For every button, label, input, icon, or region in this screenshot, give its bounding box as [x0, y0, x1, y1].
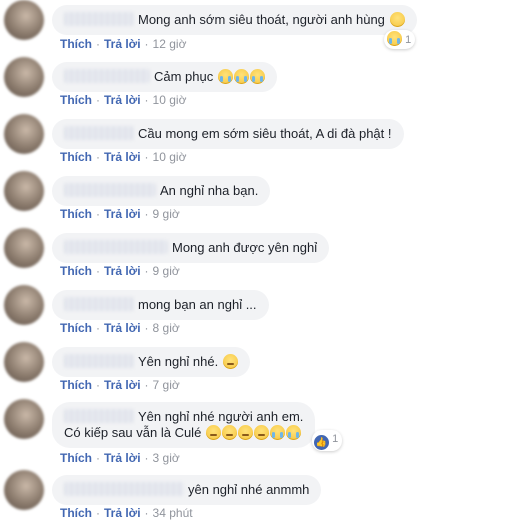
- like-link[interactable]: Thích: [60, 207, 92, 221]
- reaction-count: 1: [332, 433, 339, 445]
- comment-bubble: Cầu mong em sớm siêu thoát, A di đà phật…: [52, 119, 404, 149]
- commenter-name[interactable]: [64, 354, 134, 368]
- comment-bubble: Cảm phục: [52, 62, 277, 92]
- comment-actions: Thích · Trả lời · 10 giờ: [60, 150, 187, 164]
- avatar[interactable]: [4, 171, 44, 211]
- comment-bubble: An nghỉ nha bạn.: [52, 176, 271, 206]
- comment-actions: Thích · Trả lời · 7 giờ: [60, 378, 180, 392]
- comment-time[interactable]: 3 giờ: [153, 451, 180, 465]
- relieved-emoji-icon: [253, 425, 269, 440]
- comment-text: yên nghỉ nhé anmmh: [188, 482, 310, 497]
- comment-actions: Thích · Trả lời · 12 giờ: [60, 37, 187, 51]
- avatar[interactable]: [4, 470, 44, 510]
- comment-time[interactable]: 9 giờ: [153, 264, 180, 278]
- comment-time[interactable]: 12 giờ: [153, 37, 187, 51]
- comment-text: Yên nghỉ nhé.: [138, 354, 219, 369]
- crying-emoji-icon: [249, 69, 265, 84]
- commenter-name[interactable]: [64, 240, 168, 254]
- comment-text: mong bạn an nghỉ ...: [138, 297, 257, 312]
- commenter-name[interactable]: [64, 69, 150, 83]
- avatar[interactable]: [4, 399, 44, 439]
- commenter-name[interactable]: [64, 183, 156, 197]
- comment-text: Mong anh sớm siêu thoát, người anh hùng: [138, 12, 385, 27]
- like-icon: 👍: [314, 435, 329, 450]
- reply-link[interactable]: Trả lời: [104, 451, 141, 465]
- avatar[interactable]: [4, 57, 44, 97]
- reply-link[interactable]: Trả lời: [104, 378, 141, 392]
- comment-text: Cảm phục: [154, 69, 214, 84]
- reply-link[interactable]: Trả lời: [104, 207, 141, 221]
- reaction-badge[interactable]: 👍 1: [312, 430, 343, 451]
- like-link[interactable]: Thích: [60, 506, 92, 520]
- comment-time[interactable]: 7 giờ: [153, 378, 180, 392]
- crying-emoji-icon: [217, 69, 233, 84]
- avatar[interactable]: [4, 228, 44, 268]
- comment-time[interactable]: 10 giờ: [153, 150, 187, 164]
- crying-emoji-icon: [285, 425, 301, 440]
- crying-emoji-icon: [269, 425, 285, 440]
- comment-time[interactable]: 10 giờ: [153, 93, 187, 107]
- relieved-emoji-icon: [222, 354, 238, 369]
- like-link[interactable]: Thích: [60, 321, 92, 335]
- like-link[interactable]: Thích: [60, 93, 92, 107]
- comment-actions: Thích · Trả lời · 10 giờ: [60, 93, 187, 107]
- comment-bubble: mong bạn an nghỉ ...: [52, 290, 269, 320]
- crying-emoji-icon: [233, 69, 249, 84]
- relieved-emoji-icon: [221, 425, 237, 440]
- comment-time[interactable]: 8 giờ: [153, 321, 180, 335]
- smile-emoji-icon: [389, 12, 405, 27]
- comment-bubble: Yên nghỉ nhé.: [52, 347, 250, 377]
- commenter-name[interactable]: [64, 126, 134, 140]
- comment-actions: Thích · Trả lời · 8 giờ: [60, 321, 180, 335]
- comment-text: Cầu mong em sớm siêu thoát, A di đà phật…: [138, 126, 392, 141]
- reply-link[interactable]: Trả lời: [104, 264, 141, 278]
- commenter-name[interactable]: [64, 297, 134, 311]
- comment-bubble: Yên nghỉ nhé người anh em. Có kiếp sau v…: [52, 402, 316, 448]
- sad-face-icon: [387, 31, 402, 46]
- relieved-emoji-icon: [237, 425, 253, 440]
- comment-text-line2: Có kiếp sau vẫn là Culé: [64, 425, 303, 441]
- relieved-emoji-icon: [205, 425, 221, 440]
- avatar[interactable]: [4, 285, 44, 325]
- avatar[interactable]: [4, 342, 44, 382]
- commenter-name[interactable]: [64, 12, 134, 26]
- reply-link[interactable]: Trả lời: [104, 150, 141, 164]
- comment-actions: Thích · Trả lời · 9 giờ: [60, 207, 180, 221]
- comment-time[interactable]: 34 phút: [153, 506, 193, 520]
- comment-text: Mong anh được yên nghỉ: [172, 240, 318, 255]
- commenter-name[interactable]: [64, 409, 134, 423]
- comment-actions: Thích · Trả lời · 34 phút: [60, 506, 193, 520]
- comment-time[interactable]: 9 giờ: [153, 207, 180, 221]
- like-link[interactable]: Thích: [60, 264, 92, 278]
- comment-text: Yên nghỉ nhé người anh em.: [138, 409, 304, 424]
- like-link[interactable]: Thích: [60, 37, 92, 51]
- reply-link[interactable]: Trả lời: [104, 37, 141, 51]
- like-link[interactable]: Thích: [60, 451, 92, 465]
- reaction-count: 1: [405, 34, 412, 46]
- comment-actions: Thích · Trả lời · 3 giờ: [60, 451, 180, 465]
- reply-link[interactable]: Trả lời: [104, 321, 141, 335]
- comment-actions: Thích · Trả lời · 9 giờ: [60, 264, 180, 278]
- avatar[interactable]: [4, 0, 44, 40]
- like-link[interactable]: Thích: [60, 150, 92, 164]
- comment-bubble: yên nghỉ nhé anmmh: [52, 475, 322, 505]
- comment-bubble: Mong anh sớm siêu thoát, người anh hùng: [52, 5, 417, 35]
- comment-bubble: Mong anh được yên nghỉ: [52, 233, 330, 263]
- reaction-badge[interactable]: 1: [384, 30, 416, 49]
- like-link[interactable]: Thích: [60, 378, 92, 392]
- reply-link[interactable]: Trả lời: [104, 506, 141, 520]
- comment-text: An nghỉ nha bạn.: [160, 183, 259, 198]
- reply-link[interactable]: Trả lời: [104, 93, 141, 107]
- commenter-name[interactable]: [64, 482, 184, 496]
- avatar[interactable]: [4, 114, 44, 154]
